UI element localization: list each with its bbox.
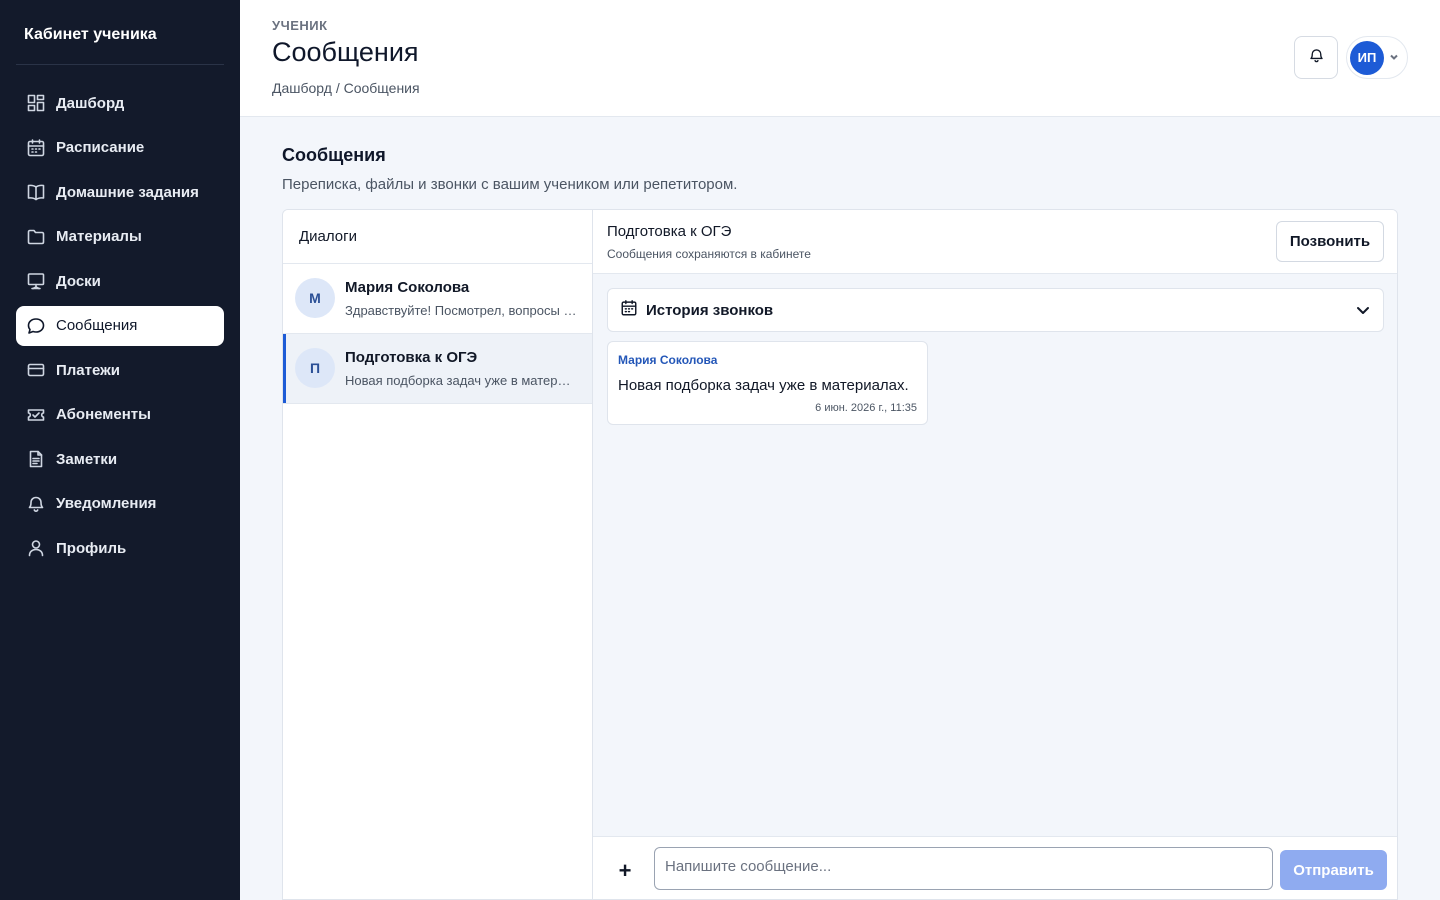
chat-subtitle: Сообщения сохраняются в кабинете [607,247,811,261]
notifications-button[interactable] [1294,36,1338,79]
chat-icon [26,316,46,336]
page-header: УЧЕНИК Сообщения Дашборд / Сообщения ИП [240,0,1440,117]
dialog-name: Подготовка к ОГЭ [345,349,478,366]
section-title: Сообщения [282,145,386,165]
dialogs-list: Диалоги М Мария Соколова Здравствуйте! П… [283,210,593,899]
section-subtitle: Переписка, файлы и звонки с вашим ученик… [282,176,738,193]
message-author: Мария Соколова [618,353,718,367]
sidebar-item-label: Профиль [56,539,127,557]
sidebar-item-label: Платежи [56,361,120,379]
dialog-preview: Новая подборка задач уже в материалах. [345,373,577,388]
dialog-avatar: П [295,348,335,388]
profile-menu-button[interactable]: ИП [1346,36,1408,79]
message-bubble: Мария Соколова Новая подборка задач уже … [607,341,928,425]
dialog-item-active[interactable]: П Подготовка к ОГЭ Новая подборка задач … [283,334,592,404]
chat-title: Подготовка к ОГЭ [607,223,732,240]
sidebar-item-profile[interactable]: Профиль [16,528,224,568]
sidebar-divider [16,64,224,65]
dialog-name: Мария Соколова [345,279,470,296]
dashboard-icon [26,93,46,113]
message-composer: + Отправить [593,836,1397,899]
calls-history-label: История звонков [646,301,774,319]
sidebar-item-materials[interactable]: Материалы [16,217,224,257]
sidebar-item-label: Расписание [56,139,145,156]
breadcrumb[interactable]: Дашборд / Сообщения [272,80,420,96]
sidebar-item-label: Домашние задания [56,183,199,201]
sidebar-item-subscriptions[interactable]: Абонементы [16,395,224,435]
sidebar-item-label: Заметки [56,450,118,468]
notes-icon [26,449,46,469]
sidebar-item-payments[interactable]: Платежи [16,350,224,390]
calls-history-toggle[interactable]: История звонков [607,288,1384,332]
page-title: Сообщения [272,37,419,67]
sidebar-item-label: Доски [56,272,101,290]
user-icon [26,538,46,558]
sidebar-item-boards[interactable]: Доски [16,261,224,301]
attach-button[interactable]: + [613,860,637,882]
ticket-icon [26,405,46,425]
sidebar-item-label: Уведомления [56,495,157,512]
message-text: Новая подборка задач уже в материалах. [618,377,909,394]
call-button[interactable]: Позвонить [1276,221,1384,262]
messages-panel: Диалоги М Мария Соколова Здравствуйте! П… [282,209,1398,900]
book-icon [26,182,46,202]
folder-icon [26,227,46,247]
card-icon [26,360,46,380]
dialog-preview: Здравствуйте! Посмотрел, вопросы по зада… [345,303,577,318]
sidebar-brand: Кабинет ученика [24,26,157,43]
sidebar-item-messages[interactable]: Сообщения [16,305,224,346]
role-label: УЧЕНИК [272,18,328,33]
dialog-avatar: М [295,278,335,318]
bell-icon [1308,47,1325,69]
message-input[interactable] [654,847,1273,890]
sidebar: Кабинет ученика Дашборд Расписание Домаш… [0,0,240,900]
sidebar-item-dashboard[interactable]: Дашборд [16,83,224,123]
dialog-item[interactable]: М Мария Соколова Здравствуйте! Посмотрел… [283,264,592,334]
sidebar-item-schedule[interactable]: Расписание [16,128,224,168]
bell-icon [26,494,46,514]
dialogs-header: Диалоги [283,210,592,264]
sidebar-item-label: Дашборд [56,94,125,112]
send-button[interactable]: Отправить [1280,850,1387,890]
calendar-icon [620,299,638,322]
message-timestamp: 6 июн. 2026 г., 11:35 [815,402,917,414]
sidebar-item-notifications[interactable]: Уведомления [16,484,224,524]
calendar-icon [26,138,46,158]
chat-header: Подготовка к ОГЭ Сообщения сохраняются в… [593,210,1397,274]
chat-area: Подготовка к ОГЭ Сообщения сохраняются в… [593,210,1397,899]
sidebar-item-notes[interactable]: Заметки [16,439,224,479]
chevron-down-icon [1389,49,1399,67]
sidebar-item-homework[interactable]: Домашние задания [16,172,224,212]
board-icon [26,271,46,291]
sidebar-item-label: Абонементы [56,406,151,423]
sidebar-item-label: Сообщения [56,317,138,334]
chevron-down-icon [1355,302,1371,323]
avatar: ИП [1350,40,1384,75]
sidebar-item-label: Материалы [56,228,142,245]
sidebar-nav: Дашборд Расписание Домашние задания Мате… [16,83,224,573]
